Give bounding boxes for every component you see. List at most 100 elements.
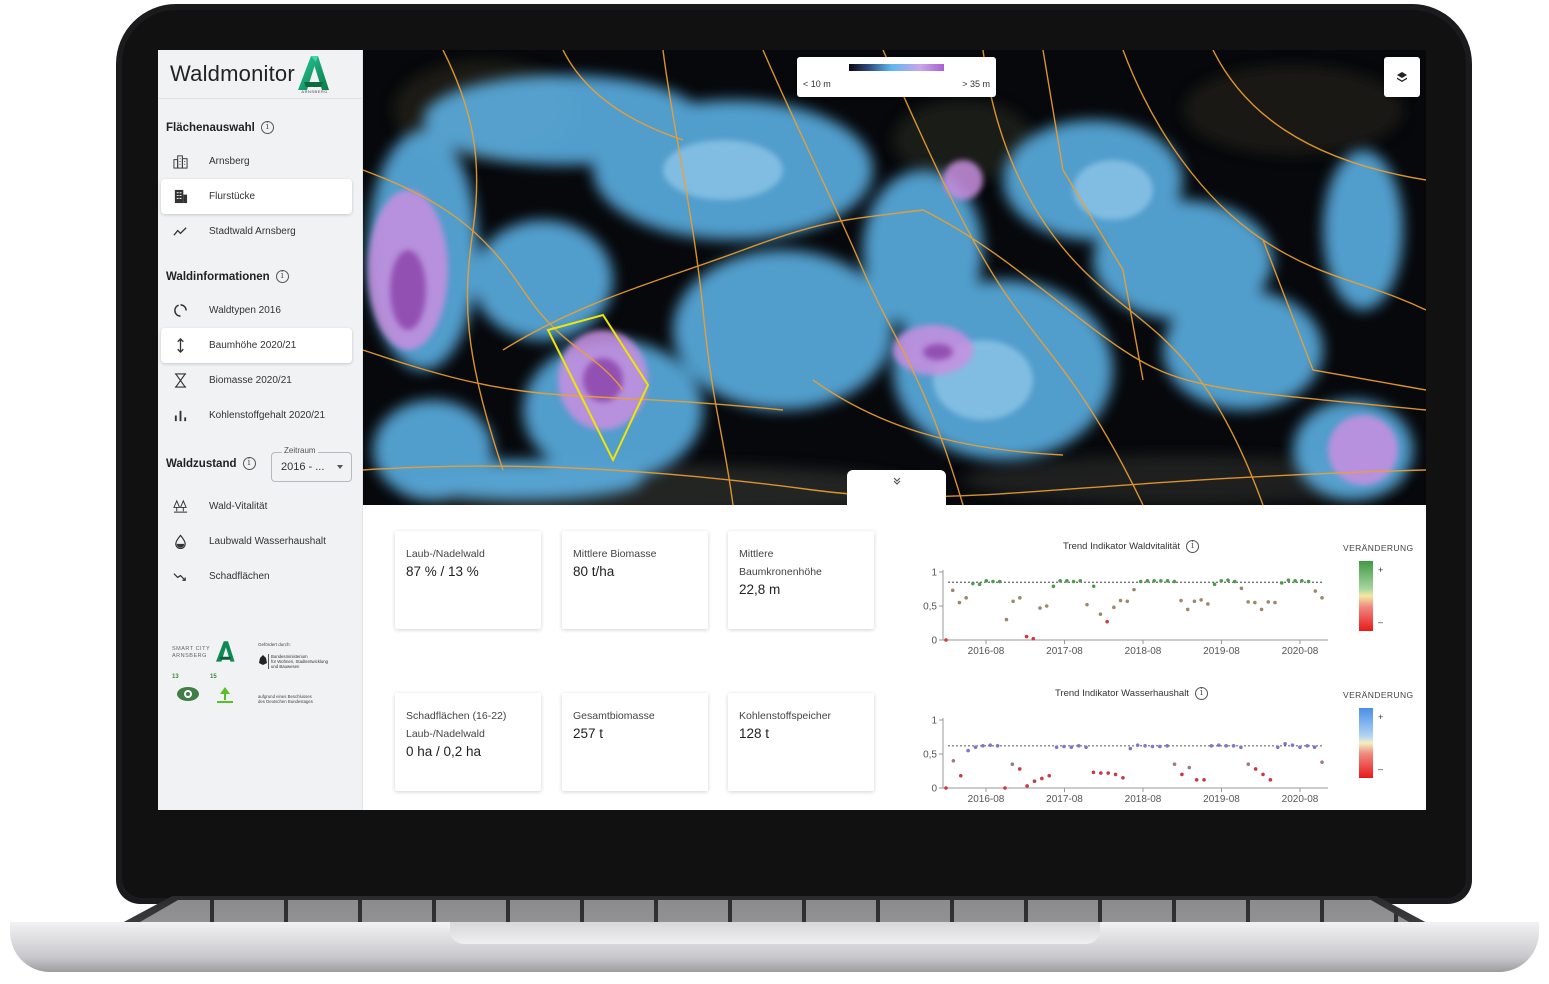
x-tick-label: 2019-08	[1203, 794, 1240, 805]
water-chart-title-text: Trend Indikator Wasserhaushalt	[1055, 688, 1189, 699]
sdg13-text: 13	[172, 674, 179, 680]
stat-card-value: 0 ha / 0,2 ha	[406, 744, 482, 759]
bundestag-note: aufgrund eines Beschlusses des Deutschen…	[258, 694, 313, 704]
nav-item-kohlenstoffgehalt[interactable]: Kohlenstoffgehalt 2020/21	[161, 398, 352, 433]
nav-item-label: Schadflächen	[209, 571, 270, 582]
nav-item-biomasse[interactable]: Biomasse 2020/21	[161, 363, 352, 398]
x-tick-label: 2020-08	[1282, 794, 1319, 805]
data-point	[1312, 745, 1317, 749]
data-point	[1172, 579, 1177, 584]
data-point	[1145, 579, 1150, 583]
data-point	[1293, 579, 1297, 583]
data-point	[1313, 589, 1318, 593]
vitality-trend-chart: 0 0,5 1 2016-08 2017-08 2018-08 2019-08 2020-08	[923, 568, 1328, 657]
legend-max-label: > 35 m	[962, 79, 990, 89]
veraenderung-label: VERÄNDERUNG	[1343, 543, 1414, 553]
data-point	[1268, 778, 1273, 782]
data-point	[1099, 771, 1103, 775]
data-point	[1159, 579, 1163, 583]
nav-item-label: Baumhöhe 2020/21	[209, 340, 297, 351]
collapse-panel-button[interactable]	[847, 470, 946, 505]
data-point	[1152, 579, 1156, 583]
stat-card-value: 128 t	[739, 726, 770, 741]
y-tick-label: 0	[931, 784, 937, 795]
nav-item-stadtwald-arnsberg[interactable]: Stadtwald Arnsberg	[161, 214, 352, 249]
data-point	[1106, 771, 1110, 775]
zeitraum-select[interactable]: Zeitraum 2016 - ...	[271, 446, 352, 482]
gefoerdert-text: Gefördert durch:	[258, 642, 291, 647]
funders-logos: SMART CITY ARNSBERG Gefördert durch: Bun…	[168, 632, 353, 722]
info-icon[interactable]: i	[275, 270, 289, 283]
stat-card-baumkronenhoehe: Mittlere Baumkronenhöhe 22,8 m	[728, 531, 874, 629]
data-point	[1071, 579, 1076, 584]
data-point	[1150, 744, 1155, 749]
arnsberg-a-logo-icon: ARNSBERG	[296, 54, 330, 94]
info-icon[interactable]: i	[1194, 687, 1208, 700]
data-point	[957, 600, 962, 605]
data-point	[1279, 581, 1284, 585]
data-point	[951, 759, 956, 763]
scale-minus: –	[1378, 617, 1384, 627]
legend-min-label: < 10 m	[803, 79, 831, 89]
canopy-height-map-layer[interactable]	[363, 50, 1426, 505]
data-point	[1158, 744, 1162, 749]
sdg-eye-icon	[177, 687, 199, 701]
nav-item-wald-vitalitaet[interactable]: Wald-Vitalität	[161, 489, 352, 524]
data-point	[1202, 778, 1206, 782]
data-point	[1246, 762, 1251, 766]
nav-item-flurstuecke[interactable]: Flurstücke	[161, 179, 352, 214]
stat-card-gesamtbiomasse: Gesamtbiomasse 257 t	[562, 693, 708, 791]
statistics-panel: Laub-/Nadelwald 87 % / 13 % Mittlere Bio…	[363, 505, 1426, 810]
data-point	[950, 588, 955, 593]
nav-item-arnsberg[interactable]: Arnsberg	[161, 144, 352, 179]
x-tick-label: 2017-08	[1046, 794, 1083, 805]
building-parcel-icon	[172, 189, 188, 205]
y-tick-label: 0	[931, 636, 937, 647]
data-point	[1143, 744, 1147, 748]
app-logo[interactable]: Waldmonitor ARNSBERG	[170, 50, 360, 98]
sdg15-text: 15	[210, 674, 217, 680]
data-point	[995, 744, 1000, 748]
data-point	[1283, 742, 1287, 746]
data-point	[944, 638, 948, 642]
nav-item-schadflaechen[interactable]: Schadflächen	[161, 559, 352, 594]
data-point	[1216, 743, 1221, 747]
data-point	[1004, 617, 1009, 622]
stat-card-value: 80 t/ha	[573, 564, 615, 579]
data-point	[1246, 600, 1250, 604]
vitality-chart-title: Trend Indikator Waldvitalität i	[1063, 540, 1200, 553]
stat-card-label: Kohlenstoffspeicher	[739, 710, 832, 722]
x-tick-label: 2019-08	[1203, 646, 1240, 657]
water-chart-title: Trend Indikator Wasserhaushalt i	[1055, 687, 1208, 700]
data-point	[1165, 579, 1170, 583]
waldinformationen-heading: Waldinformationen i	[166, 270, 289, 283]
data-point	[1232, 579, 1237, 584]
nav-item-laubwald-wasserhaushalt[interactable]: Laubwald Wasserhaushalt	[161, 524, 352, 559]
nav-item-waldtypen[interactable]: Waldtypen 2016	[161, 293, 352, 328]
info-icon[interactable]: i	[242, 457, 256, 470]
info-icon[interactable]: i	[1186, 540, 1200, 553]
waldzustand-title: Waldzustand	[166, 457, 237, 470]
data-point	[1261, 772, 1265, 777]
data-point	[1098, 612, 1103, 616]
ministry-text: Bundesministerium für Wohnen, Stadtentwi…	[268, 654, 328, 669]
logo-text: Waldmonitor	[170, 61, 295, 86]
data-point	[1320, 596, 1324, 600]
data-point	[988, 743, 993, 747]
bar-chart-icon	[172, 408, 188, 424]
data-point	[1032, 779, 1037, 783]
data-point	[1239, 586, 1244, 591]
waldzustand-heading: Waldzustand i	[166, 457, 256, 470]
height-legend: < 10 m > 35 m	[797, 57, 996, 97]
y-tick-label: 1	[931, 568, 937, 579]
stat-card-value: 22,8 m	[739, 582, 781, 597]
nav-item-baumhoehe[interactable]: Baumhöhe 2020/21	[161, 328, 352, 363]
data-point	[964, 596, 968, 600]
layers-button[interactable]	[1384, 57, 1420, 97]
vitality-change-scale	[1359, 561, 1373, 631]
caret-down-icon	[337, 465, 343, 469]
data-point	[1273, 600, 1277, 605]
nav-item-label: Wald-Vitalität	[209, 501, 268, 512]
info-icon[interactable]: i	[260, 121, 274, 134]
forest-map[interactable]: < 10 m > 35 m	[363, 50, 1426, 505]
